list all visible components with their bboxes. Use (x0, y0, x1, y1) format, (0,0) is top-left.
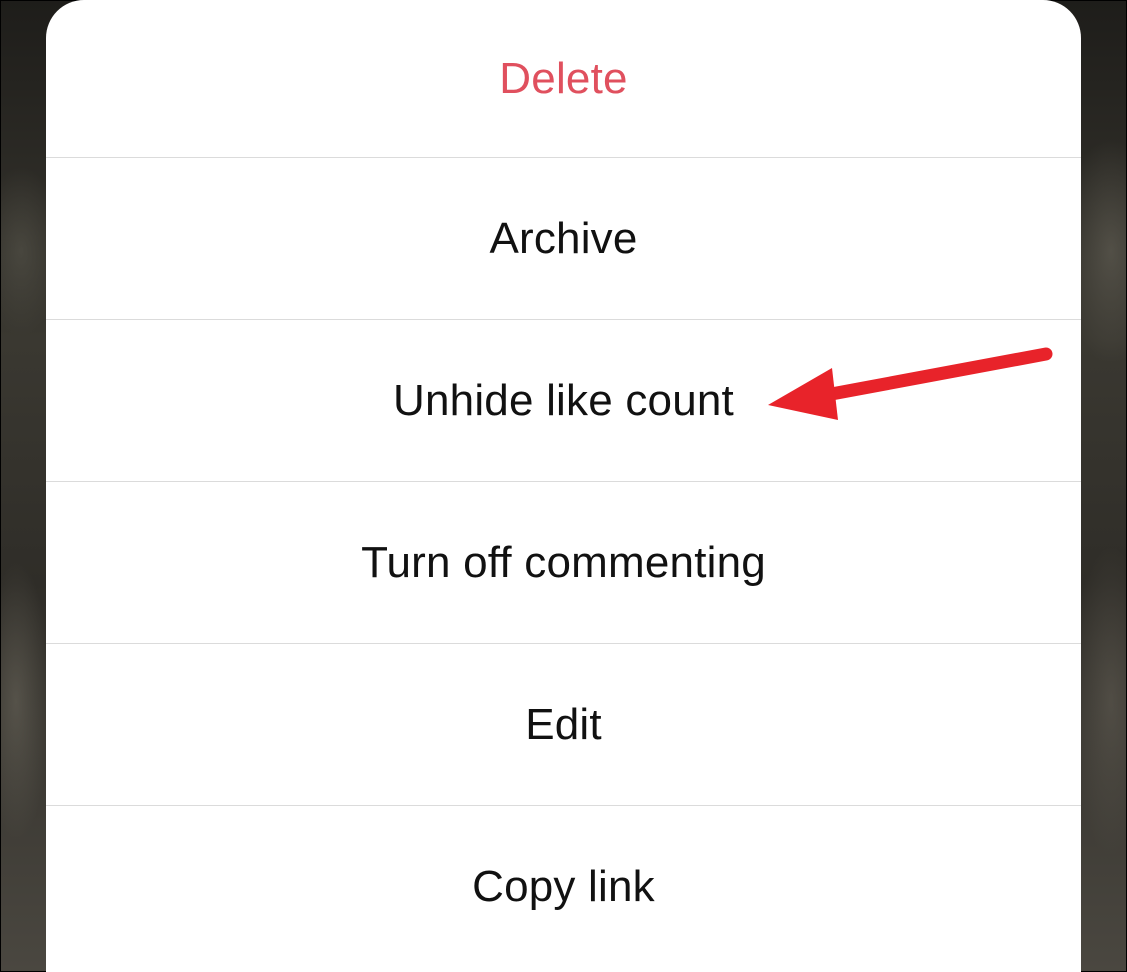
delete-button[interactable]: Delete (46, 0, 1081, 158)
archive-button[interactable]: Archive (46, 158, 1081, 320)
copy-link-button[interactable]: Copy link (46, 806, 1081, 967)
action-sheet: Delete Archive Unhide like count Turn of… (46, 0, 1081, 972)
edit-button[interactable]: Edit (46, 644, 1081, 806)
turn-off-commenting-button[interactable]: Turn off commenting (46, 482, 1081, 644)
unhide-like-count-button[interactable]: Unhide like count (46, 320, 1081, 482)
